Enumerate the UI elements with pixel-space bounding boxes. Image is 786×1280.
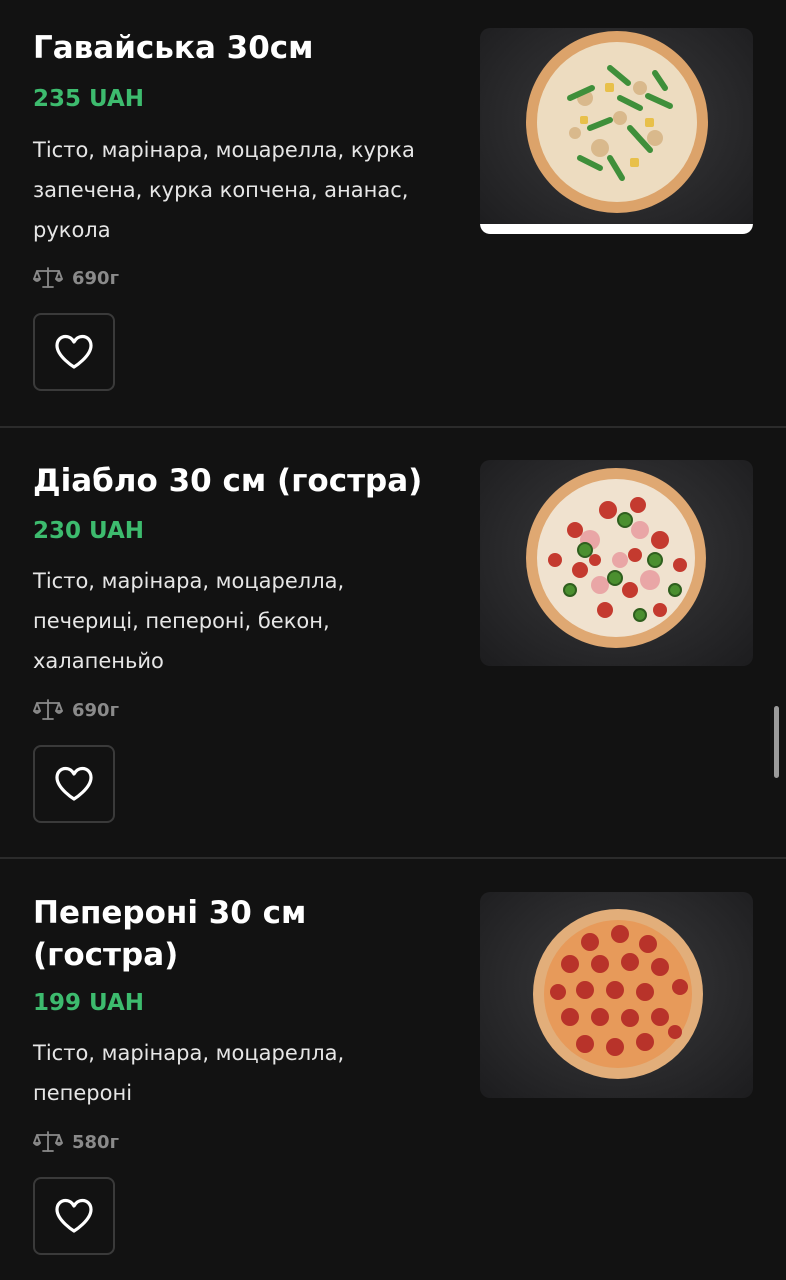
- scale-icon: [33, 267, 63, 288]
- item-description: Тісто, марінара, моцарелла, печериці, пе…: [33, 569, 345, 673]
- item-weight: 690г: [33, 698, 119, 722]
- favorite-button[interactable]: [33, 745, 115, 823]
- weight-value: 580г: [72, 1131, 119, 1153]
- weight-value: 690г: [72, 699, 119, 721]
- favorite-button[interactable]: [33, 313, 115, 391]
- favorite-button[interactable]: [33, 1177, 115, 1255]
- pizza-hawaiian-image[interactable]: [480, 28, 753, 234]
- scale-icon: [33, 699, 63, 720]
- item-description: Тісто, марінара, моцарелла, пепероні: [33, 1041, 345, 1105]
- menu-item-hawaiian[interactable]: Гавайська 30см 235 UAH Тісто, марінара, …: [0, 0, 786, 428]
- weight-value: 690г: [72, 267, 119, 289]
- item-weight: 690г: [33, 266, 119, 290]
- item-title: Гавайська 30см: [33, 30, 314, 66]
- scale-icon: [33, 1131, 63, 1152]
- item-price: 230 UAH: [33, 518, 145, 544]
- heart-icon: [55, 1198, 93, 1233]
- image-bottom-strip: [480, 224, 753, 234]
- pizza-diablo-image[interactable]: [480, 460, 753, 666]
- scrollbar[interactable]: [774, 706, 779, 778]
- item-price: 199 UAH: [33, 990, 145, 1016]
- heart-icon: [55, 334, 93, 369]
- item-weight: 580г: [33, 1130, 119, 1154]
- heart-icon: [55, 766, 93, 801]
- menu-item-diablo[interactable]: Діабло 30 см (гостра) 230 UAH Тісто, мар…: [0, 428, 786, 858]
- item-price: 235 UAH: [33, 86, 145, 112]
- item-divider: [0, 857, 786, 859]
- item-title: Діабло 30 см (гостра): [33, 463, 423, 499]
- item-description: Тісто, марінара, моцарелла, курка запече…: [33, 138, 415, 242]
- menu-page: Гавайська 30см 235 UAH Тісто, марінара, …: [0, 0, 786, 1280]
- item-title: Пепероні 30 см (гостра): [33, 895, 307, 973]
- pizza-pepperoni-image[interactable]: [480, 892, 753, 1098]
- menu-item-pepperoni[interactable]: Пепероні 30 см (гостра) 199 UAH Тісто, м…: [0, 860, 786, 1280]
